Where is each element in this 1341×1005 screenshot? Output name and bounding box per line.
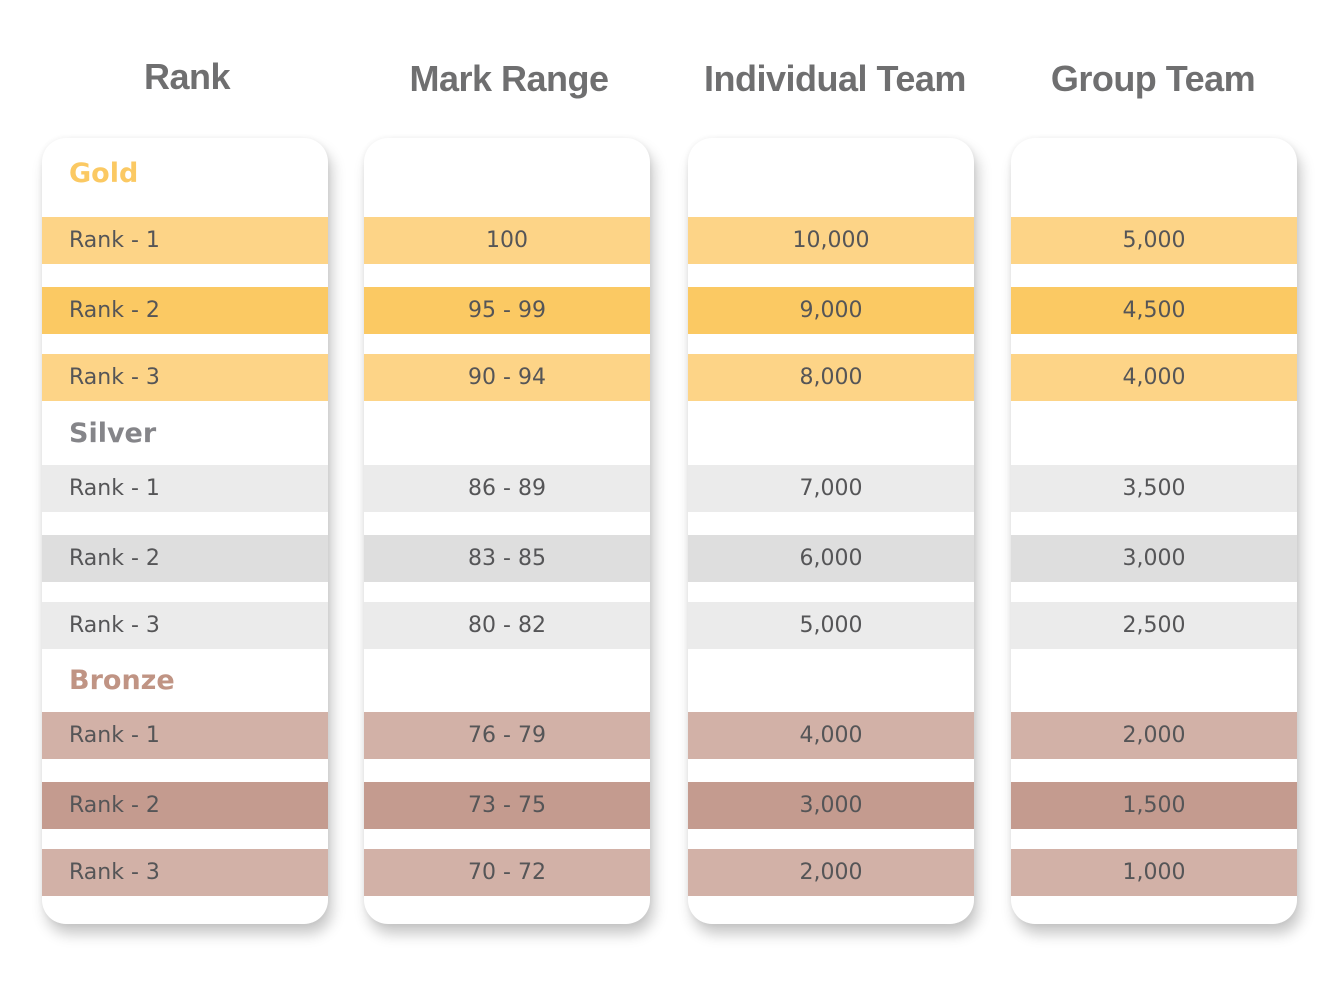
table-cell: 2,500	[1011, 602, 1297, 649]
table-cell: 2,000	[1011, 712, 1297, 759]
table-cell: 9,000	[688, 287, 974, 334]
table-row: Rank - 2	[42, 782, 328, 829]
table-row: Rank - 3	[42, 849, 328, 896]
tier-label-gold: Gold	[69, 158, 139, 189]
table-cell: 1,000	[1011, 849, 1297, 896]
header-rank: Rank	[143, 56, 231, 97]
table-cell: 8,000	[688, 354, 974, 401]
table-cell: 76 - 79	[364, 712, 650, 759]
table-cell: 3,500	[1011, 465, 1297, 512]
table-cell: 100	[364, 217, 650, 264]
table-row: Rank - 3	[42, 602, 328, 649]
individual-team-column-card: 10,000 9,000 8,000 7,000 6,000 5,000 4,0…	[688, 138, 974, 924]
table-row: Rank - 2	[42, 535, 328, 582]
rank-column-card: Gold Rank - 1 Rank - 2 Rank - 3 Silver R…	[42, 138, 328, 924]
table-cell: 4,000	[688, 712, 974, 759]
header-group-team: Group Team	[1050, 58, 1256, 99]
group-team-column-card: 5,000 4,500 4,000 3,500 3,000 2,500 2,00…	[1011, 138, 1297, 924]
table-cell: 83 - 85	[364, 535, 650, 582]
table-cell: 3,000	[1011, 535, 1297, 582]
table-cell: 4,000	[1011, 354, 1297, 401]
table-row: Rank - 3	[42, 354, 328, 401]
table-cell: 73 - 75	[364, 782, 650, 829]
table-cell: 80 - 82	[364, 602, 650, 649]
table-cell: 95 - 99	[364, 287, 650, 334]
table-cell: 2,000	[688, 849, 974, 896]
table-cell: 6,000	[688, 535, 974, 582]
table-cell: 90 - 94	[364, 354, 650, 401]
tier-label-bronze: Bronze	[69, 665, 175, 696]
table-row: Rank - 1	[42, 217, 328, 264]
table-cell: 4,500	[1011, 287, 1297, 334]
table-row: Rank - 1	[42, 465, 328, 512]
table-cell: 5,000	[1011, 217, 1297, 264]
mark-range-column-card: 100 95 - 99 90 - 94 86 - 89 83 - 85 80 -…	[364, 138, 650, 924]
table-cell: 10,000	[688, 217, 974, 264]
header-mark-range: Mark Range	[409, 58, 609, 99]
table-cell: 70 - 72	[364, 849, 650, 896]
table-cell: 3,000	[688, 782, 974, 829]
table-cell: 86 - 89	[364, 465, 650, 512]
table-cell: 7,000	[688, 465, 974, 512]
table-row: Rank - 1	[42, 712, 328, 759]
tier-label-silver: Silver	[69, 418, 157, 449]
table-row: Rank - 2	[42, 287, 328, 334]
table-cell: 1,500	[1011, 782, 1297, 829]
table-cell: 5,000	[688, 602, 974, 649]
header-individual-team: Individual Team	[704, 58, 966, 99]
